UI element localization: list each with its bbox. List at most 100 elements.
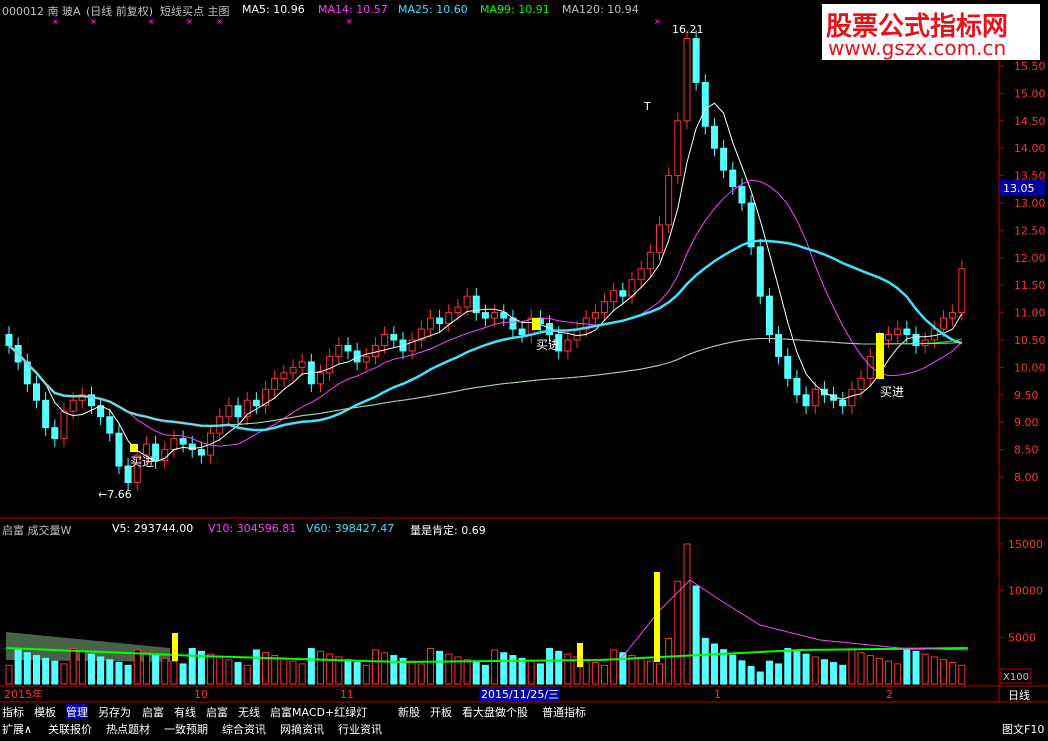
volume-bar	[546, 648, 554, 685]
volume-bar	[601, 664, 609, 685]
volume-tick-label: 15000	[1008, 538, 1043, 551]
volume-bar	[500, 652, 508, 685]
volume-bar	[903, 648, 911, 685]
volume-unit: X100	[1003, 672, 1029, 683]
price-tick-label: 15.50	[1014, 60, 1046, 73]
date-label: 2	[886, 688, 893, 701]
cursor-date: 2015/11/25/三	[481, 688, 559, 701]
price-tick-label: 13.00	[1014, 197, 1046, 210]
signal-x-mark: ×	[148, 17, 155, 26]
info-tab[interactable]: 网摘资讯	[280, 721, 324, 737]
candle	[601, 301, 609, 314]
indicator-tab[interactable]: 无线	[238, 704, 260, 720]
volume-bar	[124, 664, 132, 685]
volume-bar	[216, 656, 224, 685]
candle	[857, 377, 865, 390]
info-tab[interactable]: 关联报价	[48, 721, 92, 737]
candle	[564, 339, 572, 352]
volume-bar	[408, 660, 416, 685]
volume-bar	[830, 662, 838, 685]
volume-bar	[344, 659, 352, 685]
volume-bar	[14, 649, 22, 685]
volume-bar	[811, 656, 819, 685]
candle	[197, 449, 205, 456]
volume-bar	[161, 657, 169, 685]
volume-bar	[87, 653, 95, 685]
watermark-url: www.gszx.com.cn	[828, 36, 1007, 60]
volume-bar	[225, 659, 233, 685]
candle	[591, 312, 599, 319]
moving-average-lines	[8, 102, 963, 463]
signal-x-mark: ×	[216, 17, 223, 26]
candle	[903, 328, 911, 336]
volume-bar	[463, 659, 471, 685]
info-tab[interactable]: 扩展∧	[2, 721, 32, 737]
volume-bar	[793, 650, 801, 685]
volume-bar	[930, 656, 938, 685]
volume-bar	[949, 662, 957, 685]
candlesticks	[5, 30, 966, 491]
indicator-tab[interactable]: 看大盘做个股	[462, 704, 528, 720]
candle	[289, 366, 297, 374]
candle	[60, 410, 68, 440]
indicator-tab[interactable]: 有线	[174, 704, 196, 720]
v60-label: V60: 398427.47	[306, 522, 395, 535]
ma120-line	[8, 338, 962, 427]
f10-button[interactable]: 图文F10	[1002, 721, 1044, 737]
candle	[252, 399, 260, 407]
volume-bar	[32, 655, 40, 685]
info-tab[interactable]: 综合资讯	[222, 721, 266, 737]
indicator-tab[interactable]: 普通指标	[542, 704, 586, 720]
volume-bar	[170, 660, 178, 685]
volume-bar	[390, 655, 398, 685]
current-price-label: 13.05	[1003, 182, 1035, 195]
info-tab[interactable]: 行业资讯	[338, 721, 382, 737]
volume-bar	[115, 662, 123, 685]
volume-bar	[683, 543, 691, 685]
kline-chart[interactable]: 15.5015.0014.5014.0013.5013.0012.5012.00…	[0, 0, 1048, 741]
candle	[701, 81, 709, 127]
candle	[69, 399, 77, 412]
period-label[interactable]: 日线	[1008, 688, 1030, 702]
candle	[729, 169, 737, 188]
volume-bar	[536, 663, 544, 685]
indicator-tab[interactable]: 管理	[66, 704, 88, 720]
volume-bar	[857, 652, 865, 685]
price-tick-label: 11.50	[1014, 279, 1046, 292]
volume-bar	[271, 655, 279, 685]
volume-panel-title[interactable]: 启富 成交量W	[2, 522, 71, 538]
info-tab[interactable]: 热点题材	[106, 721, 150, 737]
indicator-tab[interactable]: 启富	[142, 704, 164, 720]
candle	[179, 438, 187, 445]
volume-bar	[133, 649, 141, 685]
indicator-tab[interactable]: 启富	[206, 704, 228, 720]
signal-x-mark: ×	[90, 17, 97, 26]
info-tab[interactable]: 一致预期	[164, 721, 208, 737]
volume-signal-bar	[172, 633, 178, 661]
indicator-tab[interactable]: 指标	[2, 704, 24, 720]
ma99-line	[8, 338, 962, 427]
buy-signal-bar	[130, 444, 138, 452]
indicator-tab[interactable]: 新股	[398, 704, 420, 720]
indicator-tab[interactable]: 开板	[430, 704, 452, 720]
indicator-tab[interactable]: 模板	[34, 704, 56, 720]
v5-label: V5: 293744.00	[112, 522, 194, 535]
buy-signal-bar	[532, 318, 540, 330]
volume-bar	[591, 662, 599, 685]
candle	[949, 312, 957, 319]
volume-bar	[866, 655, 874, 685]
volume-bar	[885, 660, 893, 685]
volume-bar	[555, 650, 563, 685]
low-price-label: ←7.66	[98, 488, 132, 501]
volume-bar	[51, 660, 59, 685]
volume-bar	[527, 660, 535, 685]
candle	[885, 334, 893, 341]
volume-bar	[784, 648, 792, 685]
indicator-tab[interactable]: 另存为	[98, 704, 131, 720]
candle	[958, 268, 966, 314]
indicator-tab[interactable]: 启富MACD+红绿灯	[270, 704, 367, 720]
volume-bar	[60, 663, 68, 685]
candle	[665, 175, 673, 226]
price-tick-label: 8.00	[1014, 471, 1039, 484]
volume-bar	[142, 652, 150, 685]
